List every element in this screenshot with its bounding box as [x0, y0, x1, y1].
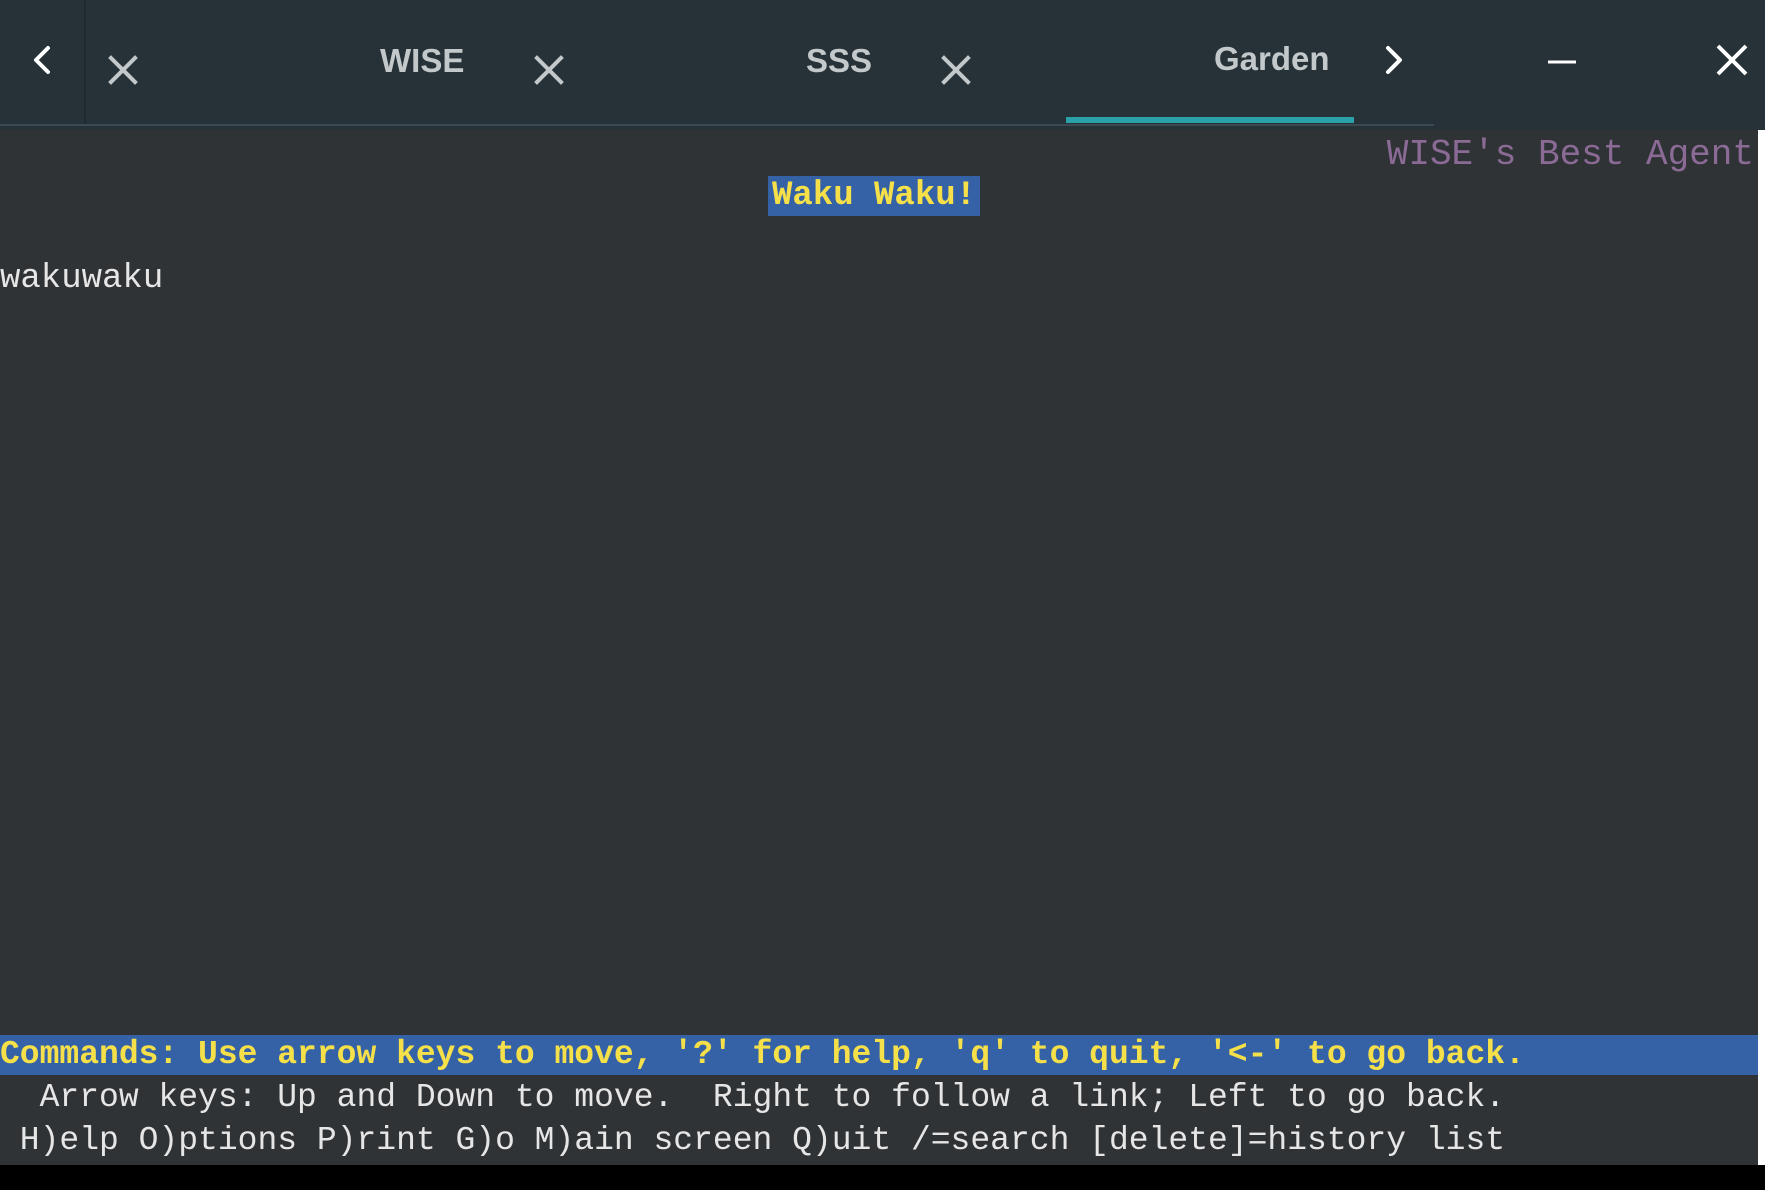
tab[interactable]: WISE — [86, 0, 486, 124]
tab[interactable]: Garden — [918, 0, 1354, 124]
tab-bar: WISE SSS Garden — [0, 0, 1765, 130]
tab-scroll-left-button[interactable] — [0, 0, 86, 124]
document-title: WISE's Best Agent — [1386, 134, 1754, 175]
body-text: wakuwaku — [0, 260, 164, 298]
tab-label: SSS — [806, 42, 873, 79]
tab-close-button[interactable] — [529, 52, 569, 92]
page-heading: Waku Waku! — [768, 176, 981, 216]
terminal-window: WISE SSS Garden WISE's Best Agent Waku W… — [0, 0, 1765, 1190]
minimize-button[interactable] — [1520, 30, 1604, 94]
terminal-content[interactable]: WISE's Best Agent Waku Waku! wakuwaku Co… — [0, 130, 1758, 1165]
chevron-left-icon — [30, 44, 54, 81]
close-icon — [107, 54, 139, 91]
minimize-icon — [1546, 53, 1578, 71]
tab-label: WISE — [380, 42, 465, 79]
close-window-button[interactable] — [1700, 30, 1764, 94]
close-icon — [940, 54, 972, 91]
tab[interactable]: SSS — [510, 0, 910, 124]
close-icon — [533, 54, 565, 91]
tab-close-button[interactable] — [103, 52, 143, 92]
close-icon — [1715, 43, 1749, 82]
help-line: H)elp O)ptions P)rint G)o M)ain screen Q… — [0, 1122, 1506, 1159]
tab-label-active: Garden — [1214, 40, 1330, 77]
help-line: Arrow keys: Up and Down to move. Right t… — [0, 1079, 1506, 1116]
window-bottom-edge — [0, 1165, 1765, 1190]
scrollbar[interactable] — [1758, 130, 1765, 1165]
commands-status-bar: Commands: Use arrow keys to move, '?' fo… — [0, 1035, 1758, 1075]
tab-close-button[interactable] — [936, 52, 976, 92]
active-tab-indicator — [1066, 117, 1354, 123]
tab-bar-divider — [0, 124, 1434, 126]
chevron-right-icon — [1382, 44, 1406, 81]
tab-scroll-right-button[interactable] — [1354, 0, 1434, 124]
